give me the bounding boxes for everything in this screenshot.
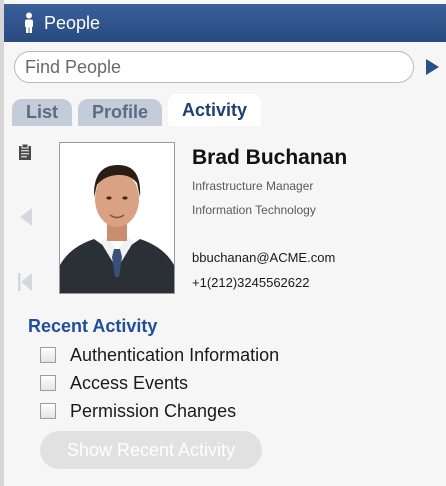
previous-arrow-icon[interactable] [19, 207, 33, 227]
checkbox[interactable] [40, 347, 56, 363]
tab-bar: List Profile Activity [12, 94, 267, 126]
clipboard-icon[interactable] [18, 143, 32, 161]
recent-activity-heading: Recent Activity [28, 316, 158, 336]
profile-photo [59, 142, 175, 294]
person-icon [16, 4, 42, 42]
tab-profile[interactable]: Profile [78, 99, 163, 126]
option-label: Authentication Information [70, 344, 280, 365]
checkbox[interactable] [40, 403, 56, 419]
show-recent-activity-button[interactable]: Show Recent Activity [40, 431, 262, 469]
person-photo-image [60, 143, 174, 293]
activity-content: Brad Buchanan Infrastructure Manager Inf… [4, 126, 446, 486]
play-arrow-icon[interactable] [422, 57, 442, 77]
window-title: People [44, 12, 101, 33]
first-record-icon[interactable] [17, 272, 33, 292]
tab-activity[interactable]: Activity [168, 94, 262, 126]
option-label: Access Events [70, 372, 189, 393]
search-field[interactable] [14, 51, 414, 83]
profile-email: bbuchanan@ACME.com [192, 250, 336, 265]
people-panel: People List Profile Activity [0, 0, 446, 486]
option-label: Permission Changes [70, 400, 237, 421]
option-permission-changes[interactable]: Permission Changes [40, 397, 279, 425]
option-access-events[interactable]: Access Events [40, 369, 279, 397]
checkbox[interactable] [40, 375, 56, 391]
tab-list[interactable]: List [12, 99, 73, 126]
profile-department: Information Technology [192, 203, 316, 217]
search-input[interactable] [25, 56, 395, 78]
activity-options: Authentication Information Access Events… [40, 341, 279, 425]
option-authentication-information[interactable]: Authentication Information [40, 341, 279, 369]
title-bar: People [4, 4, 446, 42]
profile-phone: +1(212)3245562622 [192, 275, 310, 290]
profile-title: Infrastructure Manager [192, 179, 314, 193]
profile-name: Brad Buchanan [192, 146, 348, 169]
